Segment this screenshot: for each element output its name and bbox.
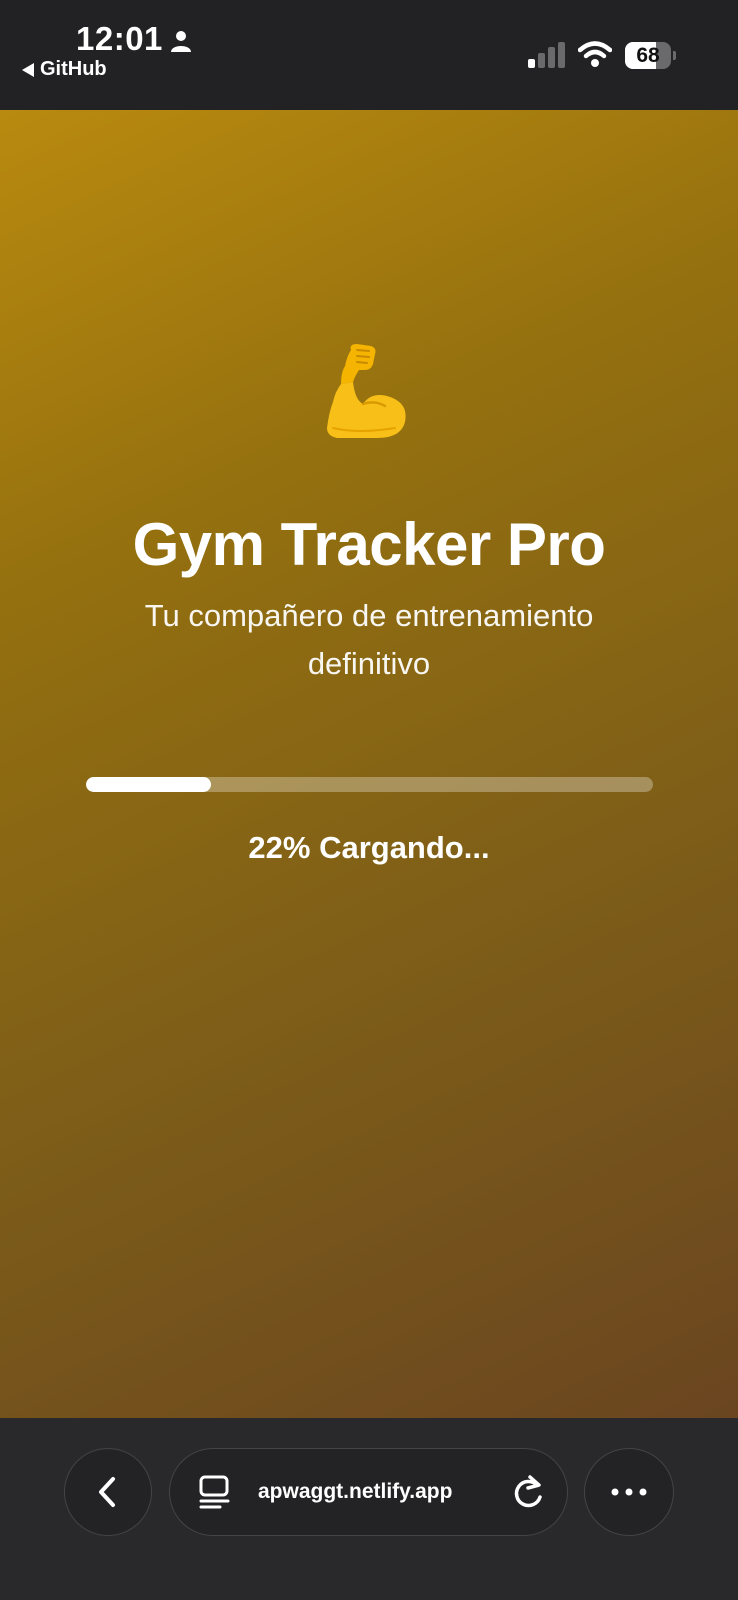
person-icon	[171, 31, 191, 52]
reload-icon[interactable]	[510, 1473, 546, 1511]
tabs-icon	[199, 1475, 230, 1509]
more-icon	[611, 1488, 647, 1496]
battery-level: 68	[636, 44, 660, 67]
app-subtitle: Tu compañero de entrenamiento definitivo	[144, 598, 594, 681]
loading-progress-label: 22% Cargando...	[248, 830, 490, 865]
flexed-biceps-icon	[327, 344, 406, 438]
cellular-signal-icon	[528, 42, 565, 68]
back-chevron-icon	[99, 1477, 115, 1507]
splash-screen: Gym Tracker Pro Tu compañero de entrenam…	[0, 110, 738, 1418]
battery-tip	[673, 51, 676, 60]
battery-icon: 68	[625, 42, 676, 69]
more-options-button[interactable]	[584, 1448, 674, 1536]
app-title: Gym Tracker Pro	[132, 511, 606, 578]
status-bar: 12:01 GitHub 68	[0, 0, 738, 110]
loading-progress-bar	[86, 777, 653, 792]
address-bar[interactable]: apwaggt.netlify.app	[169, 1448, 568, 1536]
battery-body: 68	[625, 42, 671, 69]
back-to-app-link[interactable]: GitHub	[22, 58, 107, 81]
wifi-icon	[578, 41, 612, 67]
url-text: apwaggt.netlify.app	[258, 1480, 453, 1503]
phone-screen: 12:01 GitHub 68 Gym Tracker Pro Tu compa…	[0, 0, 738, 1600]
browser-toolbar: apwaggt.netlify.app	[0, 1418, 738, 1600]
loading-progress-fill	[86, 777, 211, 792]
back-app-label: GitHub	[40, 58, 107, 80]
browser-back-button[interactable]	[64, 1448, 152, 1536]
back-triangle-icon	[22, 62, 34, 77]
status-time: 12:01	[76, 20, 163, 57]
